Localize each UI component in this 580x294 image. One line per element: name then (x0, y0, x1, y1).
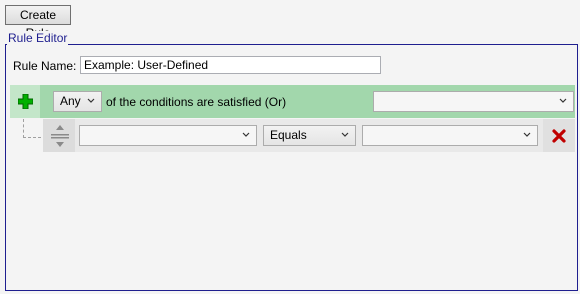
delete-condition-button[interactable] (543, 119, 575, 152)
plus-icon (17, 94, 33, 109)
condition-value-select[interactable] (362, 125, 538, 146)
chevron-down-icon (523, 132, 531, 137)
group-right-select[interactable] (373, 91, 574, 112)
chevron-down-icon (242, 132, 250, 137)
rule-editor-title: Rule Editor (7, 31, 69, 45)
create-rule-button[interactable]: Create Rule (5, 5, 71, 40)
condition-operator-value: Equals (270, 128, 307, 142)
condition-operator-select[interactable]: Equals (263, 125, 356, 146)
add-condition-button[interactable] (10, 85, 40, 118)
group-condition-text: of the conditions are satisfied (Or) (106, 95, 287, 109)
condition-field-select[interactable] (79, 125, 257, 146)
match-mode-select[interactable]: Any (53, 91, 102, 112)
match-mode-value: Any (60, 94, 81, 108)
chevron-down-icon (341, 132, 349, 137)
chevron-down-icon (559, 98, 567, 103)
rule-editor-group (5, 44, 578, 291)
chevron-down-icon (87, 98, 95, 103)
delete-icon (552, 128, 566, 143)
move-handle[interactable] (43, 119, 75, 152)
rule-name-input[interactable] (80, 56, 381, 74)
tree-connector (23, 119, 41, 138)
move-icon (51, 125, 69, 147)
rule-name-label: Rule Name: (13, 59, 77, 73)
